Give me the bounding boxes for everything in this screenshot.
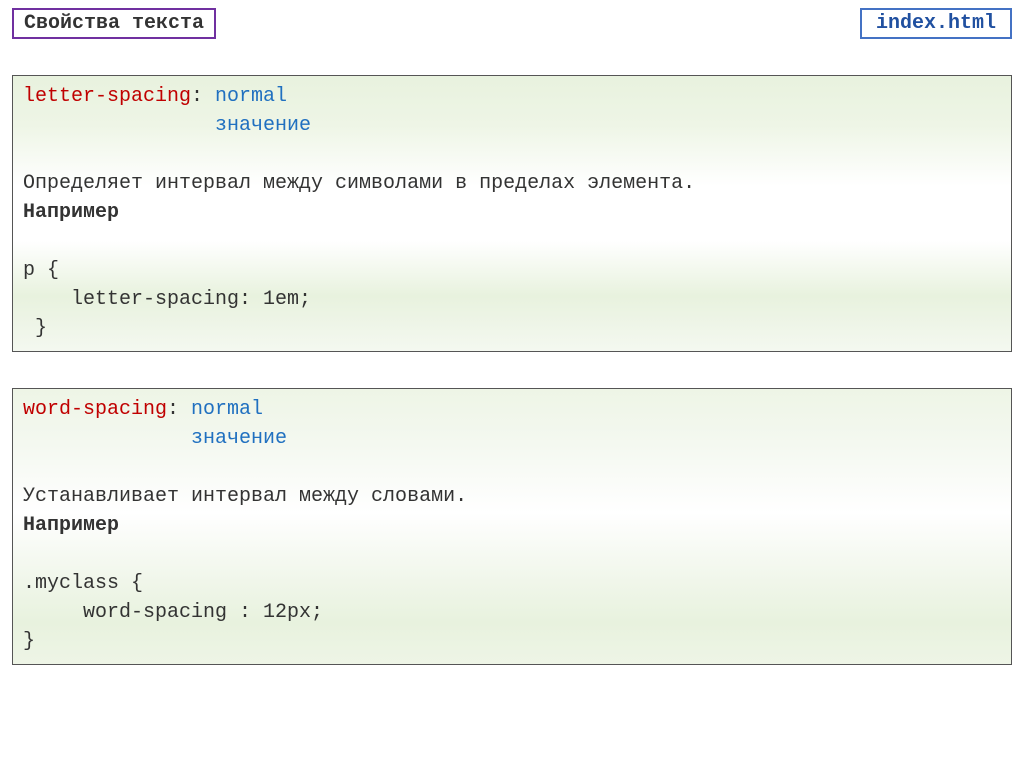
blank-line: [23, 227, 1001, 256]
property-name: word-spacing: [23, 398, 167, 421]
blank-line: [23, 540, 1001, 569]
property-line: word-spacing: normal: [23, 395, 1001, 424]
property-line: letter-spacing: normal: [23, 82, 1001, 111]
property-value-2: значение: [215, 114, 311, 137]
code-line-1: p {: [23, 256, 1001, 285]
header-row: Свойства текста index.html: [12, 8, 1012, 39]
code-block-word-spacing: word-spacing: normal значение Устанавлив…: [12, 388, 1012, 665]
code-line-1: .myclass {: [23, 569, 1001, 598]
property-value-2-line: значение: [23, 424, 1001, 453]
code-line-2: letter-spacing: 1em;: [23, 285, 1001, 314]
indent: [23, 114, 215, 137]
code-line-3: }: [23, 627, 1001, 656]
description: Устанавливает интервал между словами.: [23, 482, 1001, 511]
code-line-3: }: [23, 314, 1001, 343]
colon: :: [167, 398, 191, 421]
page-title: Свойства текста: [24, 12, 204, 35]
page-title-box: Свойства текста: [12, 8, 216, 39]
property-value-2: значение: [191, 427, 287, 450]
property-value-1: normal: [215, 85, 287, 108]
colon: :: [191, 85, 215, 108]
blank-line: [23, 140, 1001, 169]
filename-box: index.html: [860, 8, 1012, 39]
indent: [23, 427, 191, 450]
description: Определяет интервал между символами в пр…: [23, 169, 1001, 198]
property-name: letter-spacing: [23, 85, 191, 108]
code-block-letter-spacing: letter-spacing: normal значение Определя…: [12, 75, 1012, 352]
example-label: Например: [23, 198, 1001, 227]
filename-label: index.html: [876, 12, 996, 35]
property-value-1: normal: [191, 398, 263, 421]
example-label: Например: [23, 511, 1001, 540]
code-line-2: word-spacing : 12px;: [23, 598, 1001, 627]
blank-line: [23, 453, 1001, 482]
property-value-2-line: значение: [23, 111, 1001, 140]
